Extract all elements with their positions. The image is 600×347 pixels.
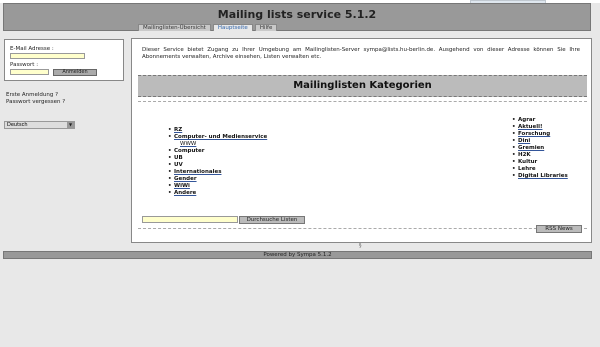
password-field[interactable]: [10, 69, 49, 75]
page-header: Mailing lists service 5.1.2: [3, 3, 591, 31]
category-link[interactable]: Lehre: [512, 166, 568, 173]
category-link[interactable]: Digital Libraries: [512, 173, 568, 180]
category-link[interactable]: Aktuell!: [512, 124, 568, 131]
category-link[interactable]: Kultur: [512, 159, 568, 166]
category-link[interactable]: UB: [168, 155, 267, 162]
forgot-password-link[interactable]: Passwort vergessen ?: [6, 99, 65, 106]
intro-text: Dieser Service bietet Zugang zu Ihrer Um…: [142, 47, 580, 60]
category-link[interactable]: Andere: [168, 190, 267, 197]
tab-help[interactable]: Hilfe: [254, 24, 278, 31]
footer: Powered by Sympa 5.1.2: [3, 251, 592, 259]
login-box: E-Mail Adresse : Passwort : Anmelden: [4, 39, 124, 81]
search-input[interactable]: [142, 216, 238, 223]
rss-news-button[interactable]: RSS News: [536, 225, 582, 233]
chevron-down-icon: ▼: [67, 122, 74, 128]
category-link[interactable]: Agrar: [512, 117, 568, 124]
divider-mark: §: [359, 243, 362, 249]
category-link[interactable]: RZ: [168, 127, 267, 134]
login-button[interactable]: Anmelden: [53, 69, 97, 76]
language-select[interactable]: Deutsch ▼: [4, 121, 75, 129]
category-link[interactable]: Gremien: [512, 145, 568, 152]
category-link[interactable]: Gender: [168, 176, 267, 183]
sidebar-links: Erste Anmeldung ? Passwort vergessen ?: [6, 92, 65, 106]
main-panel: Dieser Service bietet Zugang zu Ihrer Um…: [131, 38, 592, 243]
tab-list-overview[interactable]: Mailinglisten-Übersicht: [138, 24, 211, 31]
category-link[interactable]: Internationales: [168, 169, 267, 176]
email-field[interactable]: [10, 53, 85, 59]
top-tabs: Mailinglisten-Übersicht Hauptseite Hilfe: [138, 24, 278, 31]
category-link[interactable]: Dini: [512, 138, 568, 145]
categories-heading: Mailinglisten Kategorien: [138, 75, 587, 97]
category-link[interactable]: H2K: [512, 152, 568, 159]
categories-box: RZ Computer- und Medienservice WWW Compu…: [138, 101, 587, 229]
category-list-left: RZ Computer- und Medienservice WWW Compu…: [168, 127, 267, 197]
tab-home[interactable]: Hauptseite: [212, 24, 253, 31]
first-login-link[interactable]: Erste Anmeldung ?: [6, 92, 65, 99]
footer-text: Powered by Sympa 5.1.2: [263, 252, 332, 258]
category-link[interactable]: Computer: [168, 148, 267, 155]
password-label: Passwort :: [10, 62, 39, 68]
email-label: E-Mail Adresse :: [10, 46, 54, 52]
language-select-value: Deutsch: [7, 122, 28, 128]
subcategory-link[interactable]: WWW: [168, 141, 267, 148]
search-lists-button[interactable]: Durchsuche Listen: [239, 216, 305, 224]
category-link[interactable]: Computer- und Medienservice: [168, 134, 267, 141]
category-link[interactable]: Forschung: [512, 131, 568, 138]
category-list-right: Agrar Aktuell! Forschung Dini Gremien H2…: [512, 117, 568, 180]
category-link[interactable]: UV: [168, 162, 267, 169]
category-link[interactable]: WiWi: [168, 183, 267, 190]
page-title: Mailing lists service 5.1.2: [217, 8, 377, 21]
